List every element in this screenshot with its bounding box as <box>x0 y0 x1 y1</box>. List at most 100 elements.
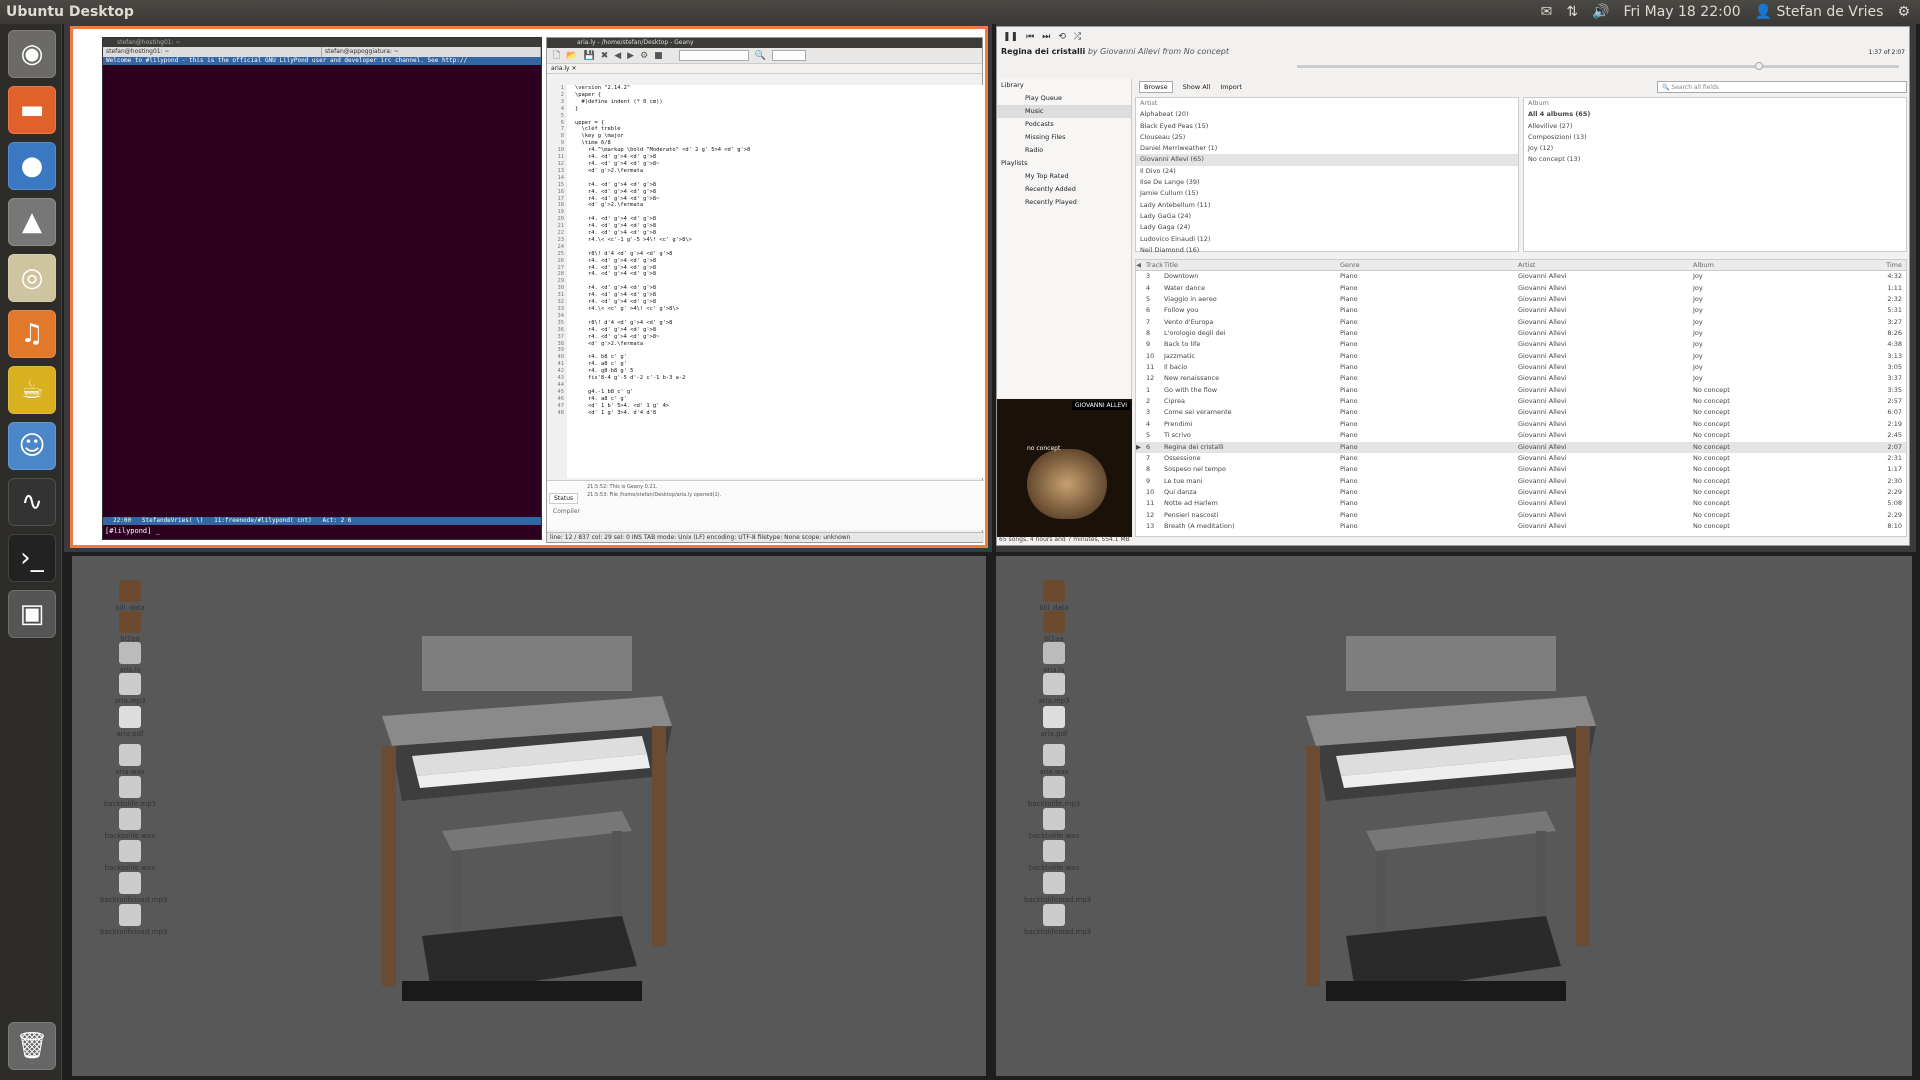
track-row[interactable]: 10 Jazzmatic Piano Giovanni Allevi Joy 3:13 <box>1136 351 1906 362</box>
code-editor[interactable]: 1 2 3 4 5 6 7 8 9 10 11 12 13 14 15 16 1… <box>547 85 984 478</box>
desktop-file-icon[interactable]: aria.wav <box>100 744 160 776</box>
terminal-icon[interactable]: ›_ <box>8 534 56 582</box>
artist-row[interactable]: Lady Antebellum (11) <box>1136 200 1518 211</box>
goto-line-input[interactable] <box>771 50 806 61</box>
geany-titlebar[interactable]: aria.ly - /home/stefan/Desktop - Geany <box>547 38 982 48</box>
artist-row[interactable]: Clouseau (25) <box>1136 132 1518 143</box>
irc-prompt[interactable]: [#lilypond] _ <box>105 527 160 535</box>
playlist-recently-played[interactable]: Recently Played <box>997 196 1131 209</box>
artist-row[interactable]: Lady Gaga (24) <box>1136 222 1518 233</box>
rhythmbox-window[interactable]: ❚❚ ⏮ ⏭ ⟲ ⤮ Regina dei cristalli by Giova… <box>996 26 1910 546</box>
back-icon[interactable]: ◀ <box>614 51 621 61</box>
terminal-tab-1[interactable]: stefan@hosting01: ~ <box>103 47 322 57</box>
pause-icon[interactable]: ❚❚ <box>1003 32 1018 42</box>
inkscape-icon[interactable]: ▲ <box>8 198 56 246</box>
tab-compiler[interactable]: Compiler <box>549 507 584 516</box>
track-row[interactable]: 12 New renaissance Piano Giovanni Allevi Joy… <box>1136 373 1906 384</box>
artist-row[interactable]: Neil Diamond (16) <box>1136 245 1518 256</box>
terminal-titlebar[interactable]: stefan@hosting01: ~ <box>103 38 541 47</box>
track-row[interactable]: 9 Le tue mani Piano Giovanni Allevi No conce… <box>1136 476 1906 487</box>
color-icon[interactable]: ■ <box>654 51 663 61</box>
track-row[interactable]: 11 Il bacio Piano Giovanni Allevi Joy 3:05 <box>1136 362 1906 373</box>
geany-window[interactable]: aria.ly - /home/stefan/Desktop - Geany 🗋… <box>546 37 984 543</box>
desktop-file-icon[interactable]: aria.wav <box>1024 744 1084 776</box>
system-monitor-icon[interactable]: ∿ <box>8 478 56 526</box>
track-list[interactable]: ◀ Track Title Genre Artist Album Time 3 D… <box>1135 259 1907 537</box>
album-row[interactable]: No concept (13) <box>1524 154 1906 165</box>
desktop-file-icon[interactable]: backtolifeload.mp3 <box>100 904 167 936</box>
desktop-file-icon[interactable]: backtolife.wav <box>1024 808 1084 840</box>
desktop-file-icon[interactable]: backtolife.mp3 <box>100 776 160 808</box>
col-genre[interactable]: Genre <box>1340 260 1518 270</box>
close-icon[interactable]: ✖ <box>601 51 609 61</box>
col-artist[interactable]: Artist <box>1518 260 1693 270</box>
track-row[interactable]: 9 Back to life Piano Giovanni Allevi Joy 4:38 <box>1136 339 1906 350</box>
col-time[interactable]: Time <box>1873 260 1906 270</box>
track-row[interactable]: 7 Ossessione Piano Giovanni Allevi No concep… <box>1136 453 1906 464</box>
desktop-file-icon[interactable]: bl2aa <box>100 611 160 643</box>
search-icon[interactable]: 🔍 <box>755 51 766 61</box>
save-icon[interactable]: 💾 <box>583 51 594 61</box>
album-browser[interactable]: Album All 4 albums (65) Allevilive (27) Co… <box>1523 97 1907 252</box>
desktop-file-icon[interactable]: backtolife.wav <box>100 840 160 872</box>
dash-icon[interactable]: ◉ <box>8 30 56 78</box>
desktop-file-icon[interactable]: backtolifeload.mp3 <box>1024 904 1091 936</box>
source-podcasts[interactable]: Podcasts <box>997 118 1131 131</box>
audacity-icon[interactable]: ♫ <box>8 310 56 358</box>
track-row[interactable]: 7 Vento d'Europa Piano Giovanni Allevi Joy 3:… <box>1136 317 1906 328</box>
album-row[interactable]: All 4 albums (65) <box>1524 109 1906 120</box>
artist-row[interactable]: Ludovico Einaudi (12) <box>1136 234 1518 245</box>
desktop-file-icon[interactable]: bill_data <box>1024 580 1084 612</box>
teapot-icon[interactable]: ☕ <box>8 366 56 414</box>
playlist-recently-added[interactable]: Recently Added <box>997 183 1131 196</box>
desktop-file-icon[interactable]: backtolife.mp3 <box>1024 776 1084 808</box>
desktop-file-icon[interactable]: aria.mp3 <box>100 673 160 705</box>
forward-icon[interactable]: ▶ <box>627 51 634 61</box>
artist-row[interactable]: Il Divo (24) <box>1136 166 1518 177</box>
track-row[interactable]: 8 L'orologio degli dei Piano Giovanni Allev… <box>1136 328 1906 339</box>
next-icon[interactable]: ⏭ <box>1042 32 1050 42</box>
desktop-file-icon[interactable]: backtolifeload.mp3 <box>100 872 167 904</box>
desktop-file-icon[interactable]: backtolifeload.mp3 <box>1024 872 1091 904</box>
track-row[interactable]: 13 Breath (A meditation) Piano Giovanni All… <box>1136 521 1906 532</box>
tab-import[interactable]: Import <box>1220 83 1242 91</box>
seek-bar[interactable] <box>1297 62 1899 70</box>
track-row[interactable]: 4 Prendimi Piano Giovanni Allevi No concept 2… <box>1136 419 1906 430</box>
album-row[interactable]: Allevilive (27) <box>1524 121 1906 132</box>
new-file-icon[interactable]: 🗋 <box>553 48 560 64</box>
track-row[interactable]: 3 Come sei veramente Piano Giovanni Allevi N… <box>1136 407 1906 418</box>
track-row[interactable]: ▶ 6 Regina dei cristalli Piano Giovanni Alle… <box>1136 441 1906 453</box>
mail-icon[interactable]: ✉ <box>1541 4 1553 20</box>
tab-status[interactable]: Status <box>549 493 579 504</box>
track-row[interactable]: 11 Notte ad Harlem Piano Giovanni Allevi No … <box>1136 498 1906 509</box>
compile-icon[interactable]: ⚙ <box>640 51 648 61</box>
track-row[interactable]: 10 Qui danza Piano Giovanni Allevi No concep… <box>1136 487 1906 498</box>
source-music[interactable]: Music <box>997 105 1131 118</box>
desktop-file-icon[interactable]: aria.pdf <box>1024 706 1084 738</box>
shuffle-icon[interactable]: ⤮ <box>1074 32 1081 42</box>
album-row[interactable]: Joy (12) <box>1524 143 1906 154</box>
desktop-file-icon[interactable]: aria.pdf <box>100 706 160 738</box>
album-row[interactable]: Composizioni (13) <box>1524 132 1906 143</box>
desktop-file-icon[interactable]: backtolife.wav <box>1024 840 1084 872</box>
artist-row[interactable]: Black Eyed Peas (15) <box>1136 121 1518 132</box>
user-menu[interactable]: 👤 Stefan de Vries <box>1755 4 1884 20</box>
files-icon[interactable]: ▬ <box>8 86 56 134</box>
track-row[interactable]: 8 Sospeso nel tempo Piano Giovanni Allevi No… <box>1136 464 1906 475</box>
workspace-4[interactable]: bill_data bl2aa aria.ly aria.mp3 aria.pdf ari… <box>996 556 1912 1076</box>
desktop-file-icon[interactable]: backtolife.wav <box>100 808 160 840</box>
desktop-file-icon[interactable]: bl2aa <box>1024 611 1084 643</box>
track-row[interactable]: 3 Downtown Piano Giovanni Allevi Joy 4:32 <box>1136 271 1906 282</box>
seek-handle[interactable] <box>1754 62 1763 70</box>
desktop-file-icon[interactable]: aria.mp3 <box>1024 673 1084 705</box>
track-row[interactable]: 1 Go with the flow Piano Giovanni Allevi No … <box>1136 385 1906 396</box>
terminal-tab-2[interactable]: stefan@appoggiatura: ~ <box>322 47 541 57</box>
artist-header[interactable]: Artist <box>1136 98 1518 109</box>
geany-doc-tab[interactable]: aria.ly ✕ <box>547 64 982 74</box>
source-radio[interactable]: Radio <box>997 144 1131 157</box>
desktop-file-icon[interactable]: aria.ly <box>100 642 160 674</box>
playlist-top-rated[interactable]: My Top Rated <box>997 170 1131 183</box>
track-row[interactable]: 2 Ciprea Piano Giovanni Allevi No concept 2:5… <box>1136 396 1906 407</box>
chat-icon[interactable]: ☺ <box>8 422 56 470</box>
search-input[interactable]: 🔍 Search all fields <box>1657 81 1907 93</box>
